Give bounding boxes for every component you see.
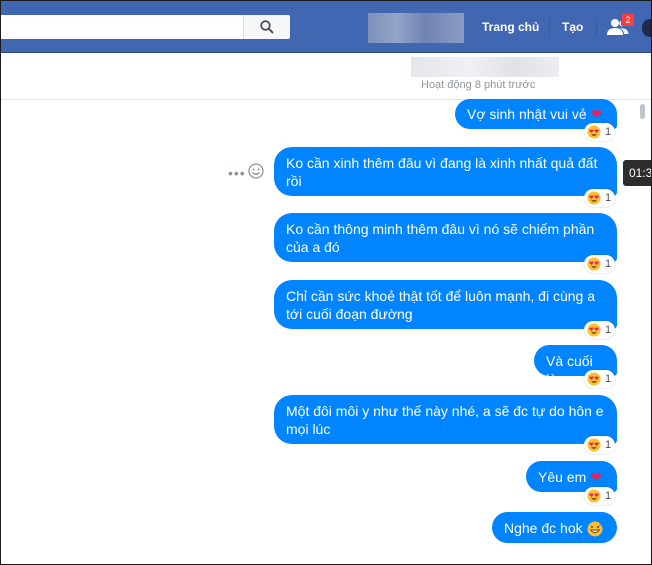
search-button[interactable]: [243, 15, 290, 39]
friend-requests-badge: 2: [621, 13, 635, 27]
conversation-header: [1, 53, 651, 100]
activity-status: Hoạt động 8 phút trước: [421, 79, 536, 91]
message-bubble[interactable]: Ko cần thông minh thêm đâu vì nó sẽ chiế…: [274, 213, 617, 262]
message-text: Yêu em: [538, 469, 587, 485]
heart-eyes-emoji: [587, 257, 601, 271]
reaction-badge[interactable]: 1: [584, 321, 616, 339]
reaction-count: 1: [605, 192, 612, 204]
nav-create-link[interactable]: Tạo: [562, 20, 583, 34]
message-bubble[interactable]: Một đôi môi y như thế này nhé, a sẽ đc t…: [274, 395, 617, 444]
heart-eyes-emoji: [587, 125, 601, 139]
message-text: Một đôi môi y như thế này nhé, a sẽ đc t…: [286, 403, 604, 437]
reaction-badge[interactable]: 1: [584, 436, 616, 454]
smiley-icon[interactable]: [248, 163, 264, 179]
heart-eyes-emoji: [587, 191, 601, 205]
message-bubble[interactable]: Chỉ cần sức khoẻ thật tốt để luôn mạnh, …: [274, 280, 617, 329]
message-bubble[interactable]: Ko cần xinh thêm đâu vì đang là xinh nhấ…: [274, 147, 617, 196]
messenger-icon[interactable]: [642, 19, 651, 37]
search-icon: [260, 20, 274, 34]
reaction-count: 1: [605, 324, 612, 336]
reaction-badge[interactable]: 1: [584, 189, 616, 207]
reaction-count: 1: [605, 490, 612, 502]
grinning-sweat-emoji: [587, 521, 602, 537]
nav-divider: [596, 18, 597, 36]
messenger-window: Trang chủ Tạo 2 Hoạt động 8 phút trước •…: [0, 0, 652, 565]
reaction-count: 1: [605, 373, 612, 385]
reaction-badge[interactable]: 1: [584, 370, 616, 388]
reaction-count: 1: [605, 126, 612, 138]
nav-divider: [549, 18, 550, 36]
heart-emoji: ❤: [590, 469, 602, 485]
message-text: Ko cần thông minh thêm đâu vì nó sẽ chiế…: [286, 221, 595, 255]
heart-emoji: ❤: [590, 106, 603, 122]
reaction-count: 1: [605, 258, 612, 270]
heart-eyes-emoji: [587, 489, 601, 503]
contact-name-blurred[interactable]: [411, 57, 559, 77]
more-options-icon[interactable]: •••: [228, 165, 246, 181]
top-navigation-bar: Trang chủ Tạo 2: [1, 1, 651, 53]
reaction-badge[interactable]: 1: [584, 255, 616, 273]
heart-eyes-emoji: [587, 323, 601, 337]
reaction-badge[interactable]: 1: [584, 123, 616, 141]
message-text: Chỉ cần sức khoẻ thật tốt để luôn mạnh, …: [286, 288, 596, 322]
message-bubble[interactable]: Nghe đc hok: [492, 512, 617, 543]
heart-eyes-emoji: [587, 372, 601, 386]
profile-name-blurred[interactable]: [368, 13, 464, 43]
message-text: Vợ sinh nhật vui vẻ: [467, 106, 587, 122]
scrollbar-thumb[interactable]: [640, 104, 645, 119]
message-text: Nghe đc hok: [504, 520, 583, 536]
timestamp-tooltip: 01:3: [623, 160, 651, 186]
nav-home-link[interactable]: Trang chủ: [482, 20, 539, 34]
heart-eyes-emoji: [587, 438, 601, 452]
reaction-badge[interactable]: 1: [584, 487, 616, 505]
reaction-count: 1: [605, 439, 612, 451]
message-text: Ko cần xinh thêm đâu vì đang là xinh nhấ…: [286, 155, 598, 189]
